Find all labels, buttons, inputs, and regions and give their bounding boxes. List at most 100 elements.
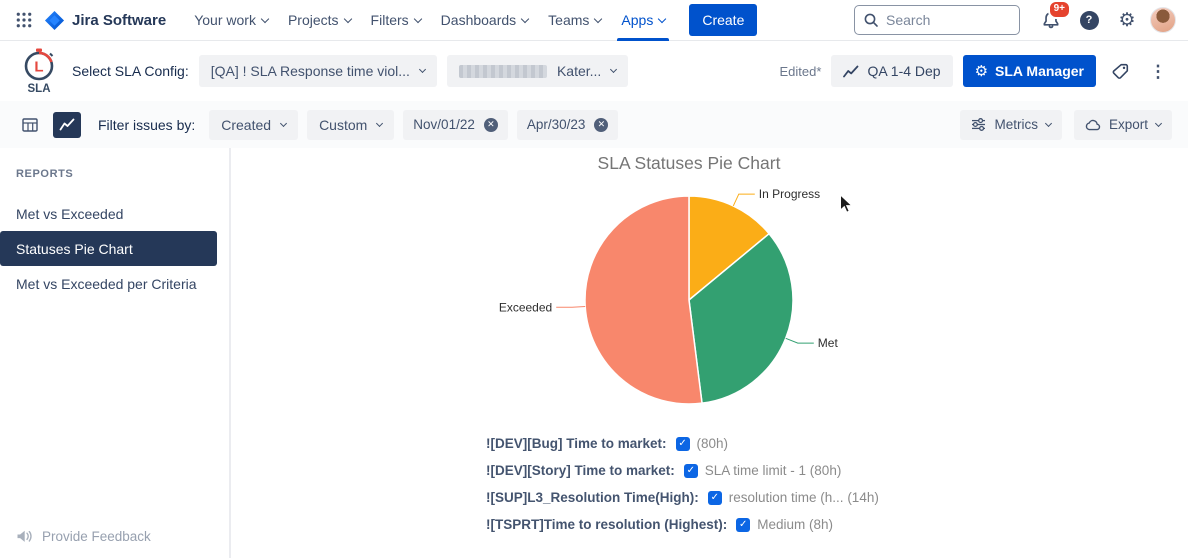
chevron-down-icon <box>413 14 421 22</box>
jira-app-window: Jira Software Your work Projects Filters… <box>0 0 1188 558</box>
edited-status: Edited* <box>780 64 822 79</box>
notifications-button[interactable]: 9+ <box>1036 5 1066 35</box>
chevron-down-icon <box>658 14 666 22</box>
gear-icon: ⚙ <box>1118 11 1135 30</box>
nav-right-icons: 9+ ? ⚙ <box>1036 5 1176 35</box>
chevron-down-icon <box>419 66 426 73</box>
sliders-icon <box>971 118 986 131</box>
checkbox-checked-icon[interactable]: ✓ <box>736 518 750 532</box>
table-view-button[interactable] <box>16 112 44 138</box>
criteria-value: Medium (8h) <box>757 517 833 532</box>
notification-badge: 9+ <box>1048 0 1071 19</box>
chart-title: SLA Statuses Pie Chart <box>479 153 899 174</box>
criteria-value: (80h) <box>697 436 729 451</box>
chevron-down-icon <box>610 66 617 73</box>
criteria-row: ![DEV][Story] Time to market: ✓ SLA time… <box>486 457 879 484</box>
vertical-ellipsis-icon: ⋮ <box>1150 63 1167 80</box>
sidebar-item-met-vs-exceeded-per-criteria[interactable]: Met vs Exceeded per Criteria <box>0 266 217 301</box>
tag-button[interactable] <box>1106 55 1134 87</box>
svg-text:SLA: SLA <box>28 83 51 94</box>
chevron-down-icon <box>1155 119 1162 126</box>
user-avatar[interactable] <box>1150 7 1176 33</box>
nav-your-work[interactable]: Your work <box>184 0 278 41</box>
qa-dep-button[interactable]: QA 1-4 Dep <box>831 55 952 87</box>
pie-chart: In Progress Met Exceeded <box>479 175 899 425</box>
reports-sidebar: REPORTS Met vs Exceeded Statuses Pie Cha… <box>0 148 231 558</box>
app-switcher-icon[interactable] <box>10 6 38 34</box>
date-to-chip[interactable]: Apr/30/23 ✕ <box>517 110 619 140</box>
provide-feedback-link[interactable]: Provide Feedback <box>16 529 151 544</box>
metrics-button[interactable]: Metrics <box>960 110 1062 140</box>
jira-logo[interactable]: Jira Software <box>44 10 166 31</box>
sla-owner-dropdown[interactable]: Kater... <box>447 55 628 87</box>
nav-filters[interactable]: Filters <box>361 0 431 41</box>
filter-issues-label: Filter issues by: <box>98 117 195 133</box>
sla-config-header: L SLA Select SLA Config: [QA] ! SLA Resp… <box>0 41 1188 101</box>
global-search <box>854 5 1020 35</box>
checkbox-checked-icon[interactable]: ✓ <box>684 464 698 478</box>
checkbox-checked-icon[interactable]: ✓ <box>676 437 690 451</box>
redacted-text <box>459 65 547 78</box>
more-options-button[interactable]: ⋮ <box>1144 55 1172 87</box>
report-main: SLA Statuses Pie Chart In Progress Met Exc… <box>231 148 1188 558</box>
table-icon <box>22 118 38 132</box>
nav-projects[interactable]: Projects <box>278 0 361 41</box>
chevron-down-icon <box>1045 119 1052 126</box>
chevron-down-icon <box>343 14 351 22</box>
custom-range-dropdown[interactable]: Custom <box>307 110 394 140</box>
remove-date-from-icon[interactable]: ✕ <box>484 118 498 132</box>
nav-teams[interactable]: Teams <box>538 0 611 41</box>
chevron-down-icon <box>280 119 287 126</box>
pie-slice-label: Exceeded <box>499 300 552 314</box>
filter-bar-actions: Metrics Export <box>960 110 1172 140</box>
top-navigation: Jira Software Your work Projects Filters… <box>0 0 1188 41</box>
criteria-row: ![DEV][Bug] Time to market: ✓ (80h) <box>486 430 879 457</box>
pie-slice-label: Met <box>818 336 839 350</box>
content-area: REPORTS Met vs Exceeded Statuses Pie Cha… <box>0 148 1188 558</box>
create-button[interactable]: Create <box>689 4 757 36</box>
trend-chart-icon <box>843 65 859 78</box>
stopwatch-icon: L SLA <box>17 48 61 94</box>
grid-dots-icon <box>16 12 32 28</box>
pie-slice-label: In Progress <box>759 187 820 201</box>
criteria-row: ![SUP]L3_Resolution Time(High): ✓ resolu… <box>486 484 879 511</box>
search-icon <box>863 12 879 28</box>
nav-apps[interactable]: Apps <box>611 0 675 41</box>
criteria-list: ![DEV][Bug] Time to market: ✓ (80h) ![DE… <box>486 430 879 538</box>
chevron-down-icon <box>521 14 529 22</box>
remove-date-to-icon[interactable]: ✕ <box>594 118 608 132</box>
pie-leader-line <box>733 194 755 206</box>
date-from-chip[interactable]: Nov/01/22 ✕ <box>403 110 508 140</box>
chevron-down-icon <box>376 119 383 126</box>
chart-view-button[interactable] <box>53 112 81 138</box>
criteria-value: SLA time limit - 1 (80h) <box>705 463 842 478</box>
select-sla-config-label: Select SLA Config: <box>72 63 189 79</box>
chevron-down-icon <box>594 14 602 22</box>
criteria-label: ![SUP]L3_Resolution Time(High): <box>486 490 699 505</box>
nav-dashboards[interactable]: Dashboards <box>431 0 539 41</box>
sla-app-logo: L SLA <box>16 48 62 94</box>
pie-slice-exceeded[interactable] <box>585 196 702 404</box>
reports-heading: REPORTS <box>0 160 229 196</box>
criteria-label: ![DEV][Story] Time to market: <box>486 463 675 478</box>
export-button[interactable]: Export <box>1074 110 1172 140</box>
sidebar-item-met-vs-exceeded[interactable]: Met vs Exceeded <box>0 196 217 231</box>
jira-diamond-icon <box>44 10 65 31</box>
export-cloud-icon <box>1085 119 1101 131</box>
svg-text:L: L <box>34 59 43 76</box>
chevron-down-icon <box>261 14 269 22</box>
checkbox-checked-icon[interactable]: ✓ <box>708 491 722 505</box>
chart-icon <box>59 118 75 131</box>
sla-header-actions: Edited* QA 1-4 Dep ⚙ SLA Manager ⋮ <box>780 55 1172 87</box>
product-name: Jira Software <box>72 12 166 29</box>
criteria-value: resolution time (h... (14h) <box>729 490 879 505</box>
sla-manager-button[interactable]: ⚙ SLA Manager <box>963 55 1096 87</box>
criteria-label: ![TSPRT]Time to resolution (Highest): <box>486 517 727 532</box>
created-filter-dropdown[interactable]: Created <box>209 110 298 140</box>
help-button[interactable]: ? <box>1074 5 1104 35</box>
settings-button[interactable]: ⚙ <box>1112 5 1142 35</box>
sidebar-item-statuses-pie-chart[interactable]: Statuses Pie Chart <box>0 231 217 266</box>
criteria-row: ![TSPRT]Time to resolution (Highest): ✓ … <box>486 511 879 538</box>
gear-icon: ⚙ <box>975 64 988 79</box>
sla-config-dropdown[interactable]: [QA] ! SLA Response time viol... <box>199 55 437 87</box>
